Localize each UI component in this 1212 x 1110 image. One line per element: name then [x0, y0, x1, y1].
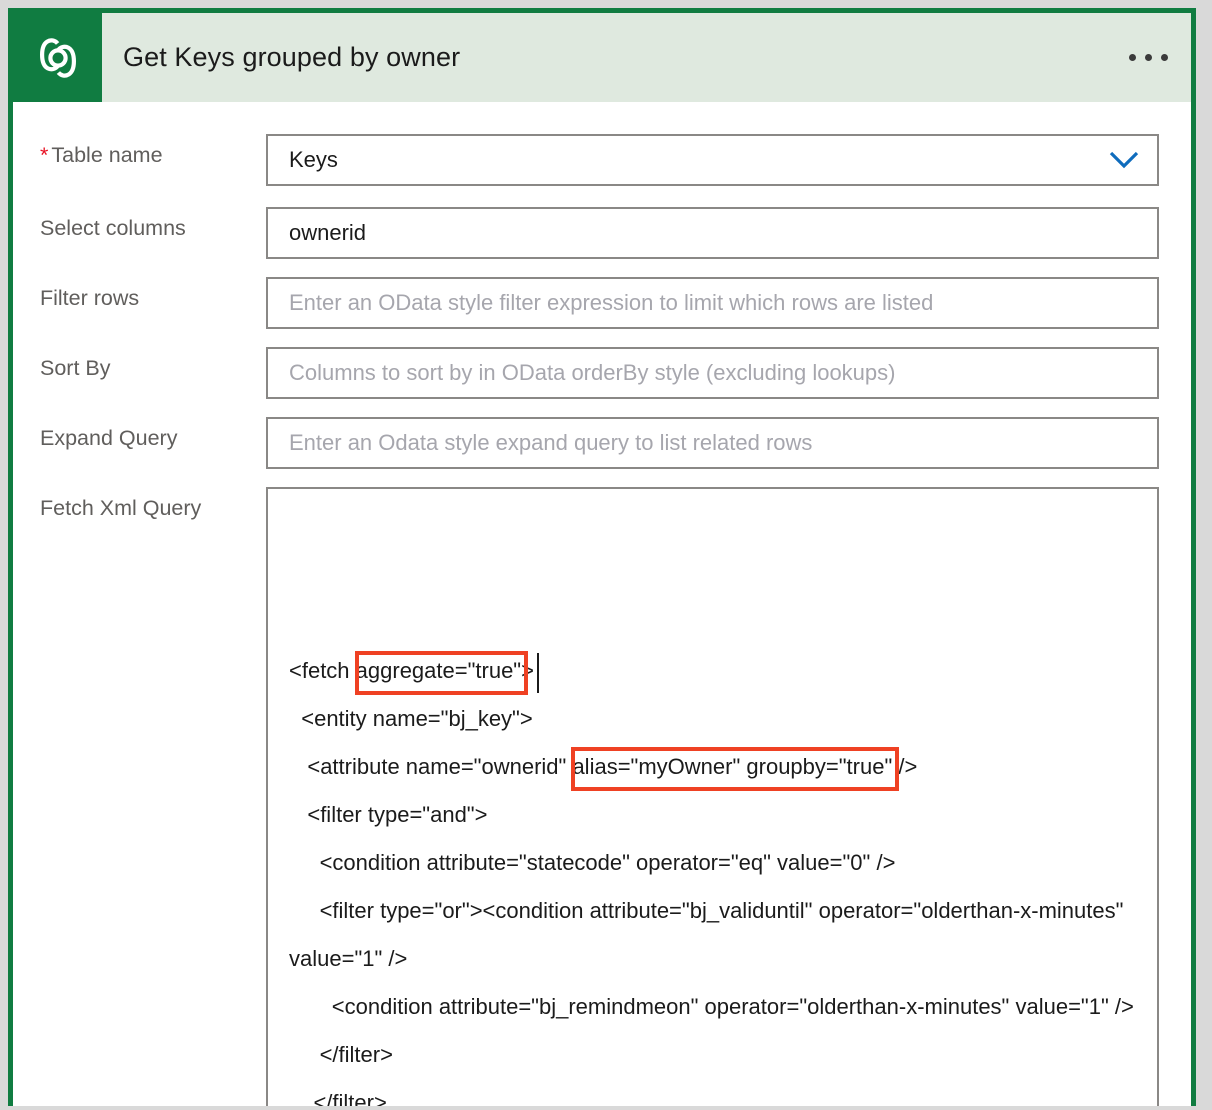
fetch-xml-line: <filter type="and">	[289, 802, 488, 827]
fetch-xml-line: <condition attribute="statecode" operato…	[289, 850, 896, 875]
more-dot-1	[1128, 54, 1136, 61]
filter-rows-placeholder: Enter an OData style filter expression t…	[289, 290, 934, 315]
fetch-xml-line: <entity name="bj_key">	[289, 706, 533, 731]
field-row-fetch-xml-query: Fetch Xml Query <fetch aggregate="true">…	[13, 487, 1191, 1106]
action-title: Get Keys grouped by owner	[123, 42, 461, 72]
field-wrap-table-name: Keys	[266, 134, 1191, 186]
expand-query-input[interactable]: Enter an Odata style expand query to lis…	[266, 417, 1159, 469]
more-dot-2	[1144, 54, 1152, 61]
table-name-value: Keys	[289, 147, 338, 172]
label-sort-by: Sort By	[40, 356, 111, 380]
fetch-xml-line: <condition attribute="bj_remindmeon" ope…	[289, 994, 1134, 1019]
field-wrap-select-columns: ownerid	[266, 207, 1191, 259]
label-filter-rows: Filter rows	[40, 286, 140, 310]
fetch-xml-query-input[interactable]: <fetch aggregate="true"> <entity name="b…	[266, 487, 1159, 1106]
fetch-xml-line: </filter>	[289, 1090, 387, 1106]
more-dot-3	[1160, 54, 1168, 61]
label-expand-query: Expand Query	[40, 426, 178, 450]
filter-rows-input[interactable]: Enter an OData style filter expression t…	[266, 277, 1159, 329]
field-wrap-fetch-xml-query: <fetch aggregate="true"> <entity name="b…	[266, 487, 1191, 1106]
field-wrap-sort-by: Columns to sort by in OData orderBy styl…	[266, 347, 1191, 399]
expand-query-placeholder: Enter an Odata style expand query to lis…	[289, 430, 813, 455]
select-columns-input[interactable]: ownerid	[266, 207, 1159, 259]
more-options-icon[interactable]	[1105, 13, 1191, 102]
field-row-sort-by: Sort By Columns to sort by in OData orde…	[13, 347, 1191, 399]
field-row-expand-query: Expand Query Enter an Odata style expand…	[13, 417, 1191, 469]
label-fetch-xml-query: Fetch Xml Query	[40, 496, 202, 520]
fetch-xml-line: </filter>	[289, 1042, 393, 1067]
sort-by-placeholder: Columns to sort by in OData orderBy styl…	[289, 360, 896, 385]
required-asterisk-table-name: *	[40, 143, 49, 167]
action-header: Get Keys grouped by owner	[13, 13, 1191, 102]
fetch-xml-line: <attribute name="ownerid" alias="myOwner…	[289, 754, 918, 779]
fetch-xml-line: <filter type="or"><condition attribute="…	[289, 898, 1130, 971]
flow-action-card: Get Keys grouped by owner * Table name Ke…	[8, 8, 1196, 1106]
screenshot-root: Get Keys grouped by owner * Table name Ke…	[0, 0, 1212, 1110]
field-row-filter-rows: Filter rows Enter an OData style filter …	[13, 277, 1191, 329]
label-select-columns: Select columns	[40, 216, 186, 240]
fetch-xml-line: <fetch aggregate="true">	[289, 658, 534, 683]
field-wrap-expand-query: Enter an Odata style expand query to lis…	[266, 417, 1191, 469]
dataverse-icon	[13, 13, 102, 102]
chevron-down-icon[interactable]	[1107, 151, 1141, 169]
action-form: * Table name Keys Select columns ownerid…	[13, 134, 1191, 1106]
field-row-table-name: * Table name Keys	[13, 134, 1191, 186]
select-columns-value: ownerid	[289, 220, 367, 245]
sort-by-input[interactable]: Columns to sort by in OData orderBy styl…	[266, 347, 1159, 399]
table-name-input[interactable]: Keys	[266, 134, 1159, 186]
field-wrap-filter-rows: Enter an OData style filter expression t…	[266, 277, 1191, 329]
field-row-select-columns: Select columns ownerid	[13, 207, 1191, 259]
label-table-name-text: Table name	[51, 143, 163, 167]
label-table-name: * Table name	[13, 134, 266, 169]
